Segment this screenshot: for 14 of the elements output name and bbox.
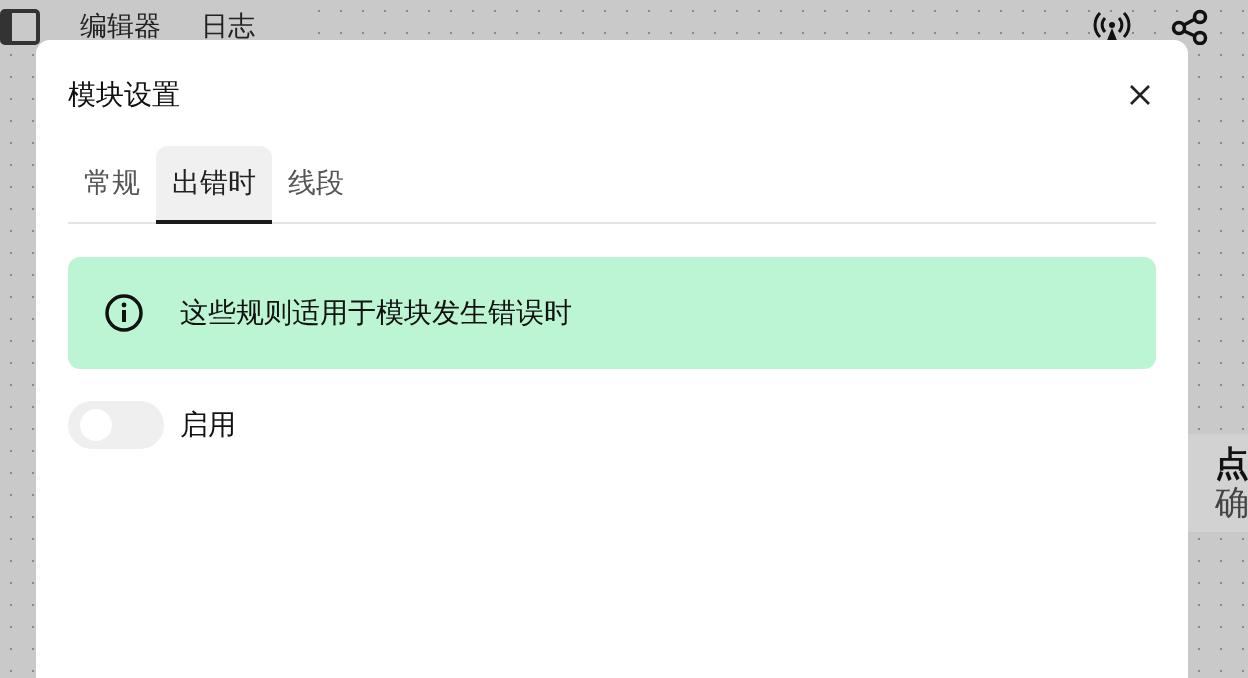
tab[interactable]: 出错时 — [156, 146, 272, 224]
sidebar-toggle-icon[interactable] — [0, 9, 40, 45]
close-icon[interactable] — [1128, 83, 1152, 107]
tab[interactable]: 常规 — [68, 146, 156, 224]
top-tab[interactable]: 编辑器 — [80, 8, 161, 44]
card-subtitle: 确 — [1215, 484, 1248, 522]
share-icon[interactable] — [1170, 9, 1210, 45]
info-text: 这些规则适用于模块发生错误时 — [180, 295, 572, 331]
top-tab[interactable]: 日志 — [201, 8, 255, 44]
toggle-label: 启用 — [180, 407, 236, 443]
dialog-title: 模块设置 — [68, 77, 180, 113]
info-icon — [104, 293, 144, 333]
tab[interactable]: 线段 — [272, 146, 360, 224]
card-title: 点 — [1215, 444, 1248, 482]
